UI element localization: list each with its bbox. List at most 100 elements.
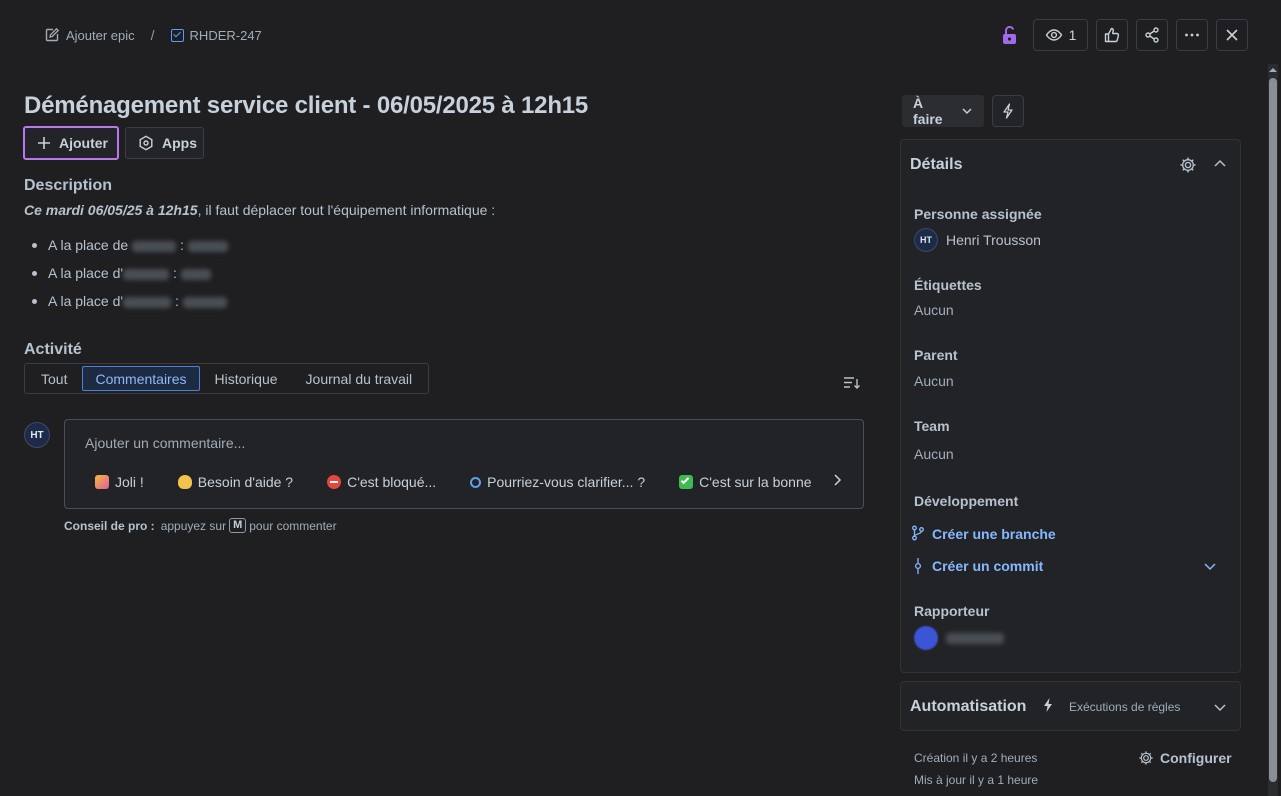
no-entry-icon [327, 475, 342, 489]
reporter-label: Rapporteur [914, 603, 990, 619]
team-value[interactable]: Aucun [914, 446, 954, 462]
share-icon [1143, 26, 1161, 44]
redacted-reporter-name[interactable] [946, 633, 1004, 644]
scrollbar-thumb[interactable] [1269, 78, 1277, 782]
chevron-down-icon [961, 105, 973, 117]
close-button[interactable] [1216, 19, 1248, 51]
quick-reply-clarify[interactable]: Pourriez-vous clarifier... ? [470, 471, 645, 493]
comment-composer[interactable]: Ajouter un commentaire... Joli ! Besoin … [64, 419, 864, 509]
details-heading: Détails [910, 156, 963, 173]
rule-runs-label: Exécutions de règles [1069, 700, 1181, 714]
more-actions-button[interactable] [1176, 19, 1208, 51]
add-button[interactable]: Ajouter [23, 126, 119, 160]
party-icon [95, 475, 109, 489]
list-item: A la place d' : [24, 287, 228, 315]
create-commit-link[interactable]: Créer un commit [932, 558, 1043, 574]
magnifier-icon [470, 476, 482, 488]
automation-heading: Automatisation [910, 698, 1027, 715]
redacted-name [187, 240, 228, 252]
avatar: HT [24, 422, 50, 448]
sort-icon[interactable] [843, 375, 861, 391]
task-type-icon [170, 28, 184, 42]
eye-icon [1045, 26, 1063, 44]
scrollbar-track[interactable] [1268, 64, 1278, 796]
assignee-avatar: HT [914, 228, 938, 252]
parent-value[interactable]: Aucun [914, 373, 954, 389]
gear-icon[interactable] [1179, 156, 1197, 174]
reporter-avatar [914, 626, 938, 650]
lightning-icon [1042, 697, 1054, 713]
scroll-up-arrow[interactable] [1269, 66, 1277, 74]
breadcrumb: Ajouter epic / RHDER-247 [44, 27, 262, 43]
updated-timestamp: Mis à jour il y a 1 heure [914, 773, 1039, 787]
keyboard-key: M [229, 518, 247, 533]
redacted-name [182, 296, 227, 308]
quick-reply-help[interactable]: Besoin d'aide ? [177, 471, 293, 493]
gear-icon [1138, 750, 1154, 766]
description-intro[interactable]: Ce mardi 06/05/25 à 12h15, il faut dépla… [24, 202, 495, 218]
like-button[interactable] [1096, 19, 1128, 51]
redacted-name [123, 268, 170, 280]
tab-worklog[interactable]: Journal du travail [293, 366, 426, 391]
assignee-label: Personne assignée [914, 206, 1042, 222]
chevron-up-icon[interactable] [1213, 158, 1227, 170]
list-item: A la place d' : [24, 259, 228, 287]
breadcrumb-parent-link[interactable]: Ajouter epic [66, 28, 135, 43]
automation-panel[interactable]: Automatisation Exécutions de règles [900, 681, 1241, 731]
breadcrumb-issue-key[interactable]: RHDER-247 [190, 28, 262, 43]
pro-tip-label: Conseil de pro : [64, 518, 155, 533]
configure-button[interactable]: Configurer [1138, 750, 1232, 766]
automation-trigger-button[interactable] [992, 95, 1024, 127]
redacted-name [123, 296, 172, 308]
plus-icon [37, 136, 51, 150]
labels-label: Étiquettes [914, 277, 982, 293]
waving-hand-icon [177, 475, 192, 489]
configure-label: Configurer [1160, 750, 1232, 766]
chevron-down-icon[interactable] [1203, 560, 1217, 572]
apps-button[interactable]: Apps [125, 127, 204, 159]
watch-button[interactable]: 1 [1033, 19, 1088, 51]
more-horizontal-icon [1183, 26, 1201, 44]
comment-input[interactable]: Ajouter un commentaire... [85, 435, 245, 451]
description-heading: Description [24, 177, 113, 194]
description-intro-bold: Ce mardi 06/05/25 à 12h15 [24, 202, 198, 218]
labels-value[interactable]: Aucun [914, 302, 954, 318]
created-timestamp: Création il y a 2 heures [914, 751, 1038, 765]
lightning-icon [1001, 103, 1015, 119]
status-dropdown[interactable]: À faire [902, 95, 984, 127]
share-button[interactable] [1136, 19, 1168, 51]
tab-comments[interactable]: Commentaires [82, 366, 200, 391]
activity-heading: Activité [24, 341, 82, 358]
commit-icon [913, 558, 923, 574]
breadcrumb-separator: / [150, 27, 155, 43]
page-title[interactable]: Déménagement service client - 06/05/2025… [24, 92, 588, 120]
close-icon [1223, 26, 1241, 44]
redacted-name [180, 268, 211, 280]
team-label: Team [914, 418, 950, 434]
edit-icon [44, 27, 60, 43]
tab-history[interactable]: Historique [202, 366, 291, 391]
quick-reply-on-track[interactable]: C'est sur la bonne [679, 471, 812, 493]
watch-count: 1 [1068, 27, 1077, 43]
activity-tabs: Tout Commentaires Historique Journal du … [24, 363, 430, 394]
branch-icon [911, 525, 925, 541]
chevron-down-icon[interactable] [1213, 701, 1227, 713]
assignee-name[interactable]: Henri Trousson [946, 232, 1041, 248]
apps-hexagon-icon [138, 135, 154, 151]
status-label: À faire [913, 95, 943, 127]
tab-all[interactable]: Tout [28, 366, 80, 391]
parent-label: Parent [914, 347, 958, 363]
quick-replies: Joli ! Besoin d'aide ? C'est bloqué... P… [95, 471, 827, 493]
chevron-right-icon[interactable] [831, 473, 843, 487]
development-label: Développement [914, 493, 1019, 509]
create-branch-link[interactable]: Créer une branche [932, 526, 1056, 542]
details-panel: Détails Personne assignée HT Henri Trous… [900, 139, 1241, 673]
list-item: A la place de : [24, 231, 228, 259]
quick-reply-blocked[interactable]: C'est bloqué... [327, 471, 436, 493]
check-mark-icon [679, 475, 694, 489]
pro-tip: Conseil de pro : appuyez sur M pour comm… [64, 518, 337, 533]
unlock-icon[interactable] [999, 24, 1021, 46]
redacted-name [132, 240, 177, 252]
quick-reply-joli[interactable]: Joli ! [95, 471, 144, 493]
thumbs-up-icon [1103, 26, 1121, 44]
